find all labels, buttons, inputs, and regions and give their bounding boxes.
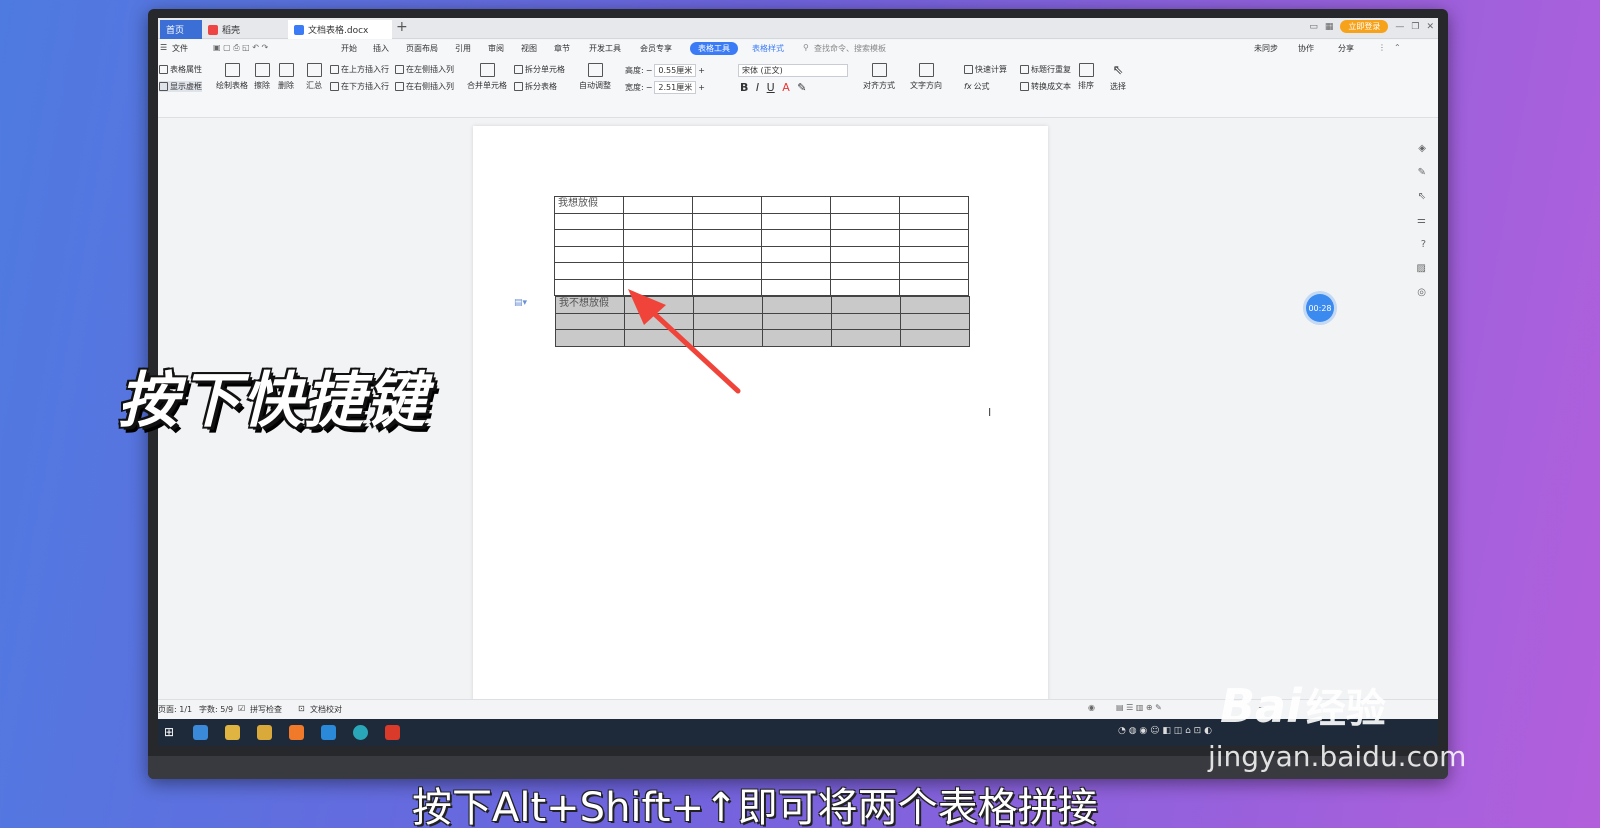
- watermark-brand2: 经验: [1305, 686, 1386, 732]
- baidu-watermark: Bai 经验: [1220, 676, 1386, 734]
- overlay-headline: 按下快捷键: [118, 366, 428, 436]
- text-cursor-icon: I: [988, 406, 992, 419]
- watermark-url: jingyan.baidu.com: [1208, 740, 1467, 773]
- watermark-brand: Bai: [1220, 679, 1302, 733]
- overlay-subtitle: 按下Alt+Shift+↑即可将两个表格拼接: [412, 785, 1098, 828]
